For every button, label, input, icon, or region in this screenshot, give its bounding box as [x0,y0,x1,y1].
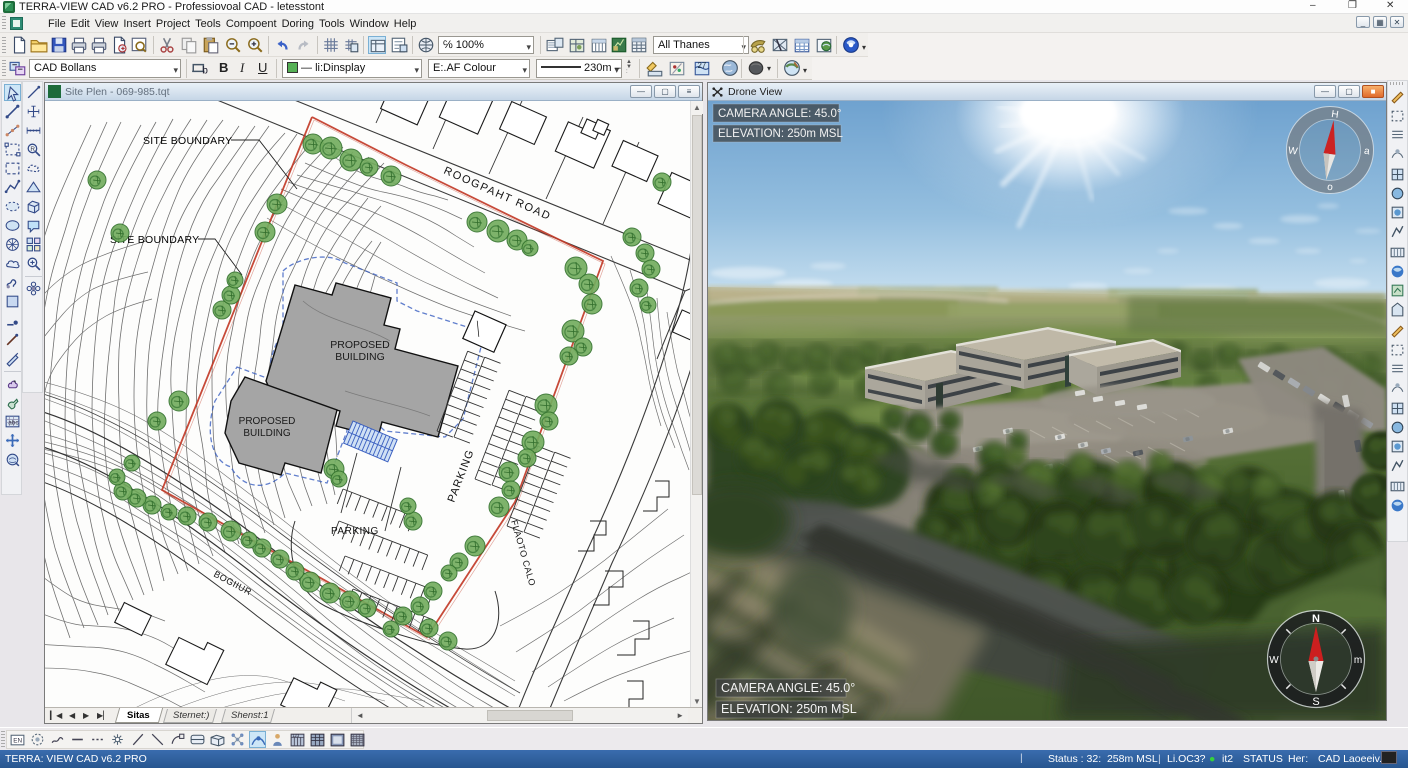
svg-text:27: 27 [698,61,707,70]
svg-text:ELEVATION: 250m MSL: ELEVATION: 250m MSL [718,128,843,140]
svg-text:CAMERA ANGLE: 45.0°: CAMERA ANGLE: 45.0° [721,681,855,695]
svg-text:BUILDING: BUILDING [243,428,290,439]
svg-text:W: W [1269,655,1279,666]
svg-text:abc: abc [8,420,19,427]
svg-text:S: S [1312,696,1319,708]
svg-text:SITE BOUNDARY: SITE BOUNDARY [143,135,232,147]
svg-text:BUILDING: BUILDING [335,351,385,363]
svg-text:EN: EN [13,738,22,745]
svg-text:R: R [30,146,35,153]
svg-text:PARKING: PARKING [331,526,379,537]
svg-text:PROPOSED: PROPOSED [330,339,390,351]
svg-text:ELEVATION: 250m MSL: ELEVATION: 250m MSL [721,702,857,716]
svg-text:H: H [1331,109,1340,121]
svg-text:PROPOSED: PROPOSED [239,416,296,427]
svg-text:m: m [1354,655,1362,666]
svg-text:CAMERA ANGLE: 45.0°: CAMERA ANGLE: 45.0° [718,108,842,120]
svg-text:N: N [1312,613,1320,625]
svg-text:b: b [202,66,208,77]
svg-text:123: 123 [292,733,300,738]
